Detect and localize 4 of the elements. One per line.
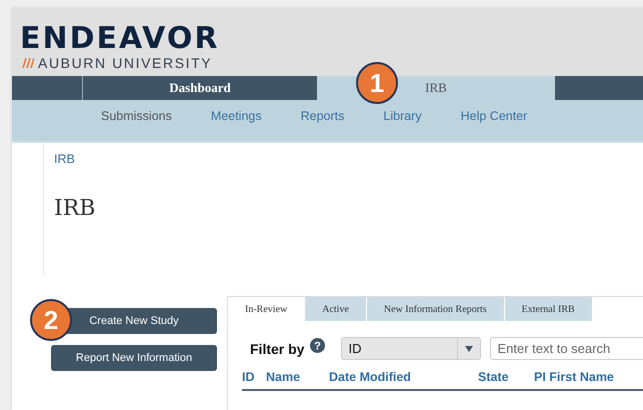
logo-title: ENDEAVOR bbox=[20, 24, 220, 54]
filter-label: Filter by bbox=[250, 340, 304, 356]
page-title: IRB bbox=[54, 196, 96, 221]
logo-subtitle: AUBURN UNIVERSITY bbox=[38, 56, 212, 70]
